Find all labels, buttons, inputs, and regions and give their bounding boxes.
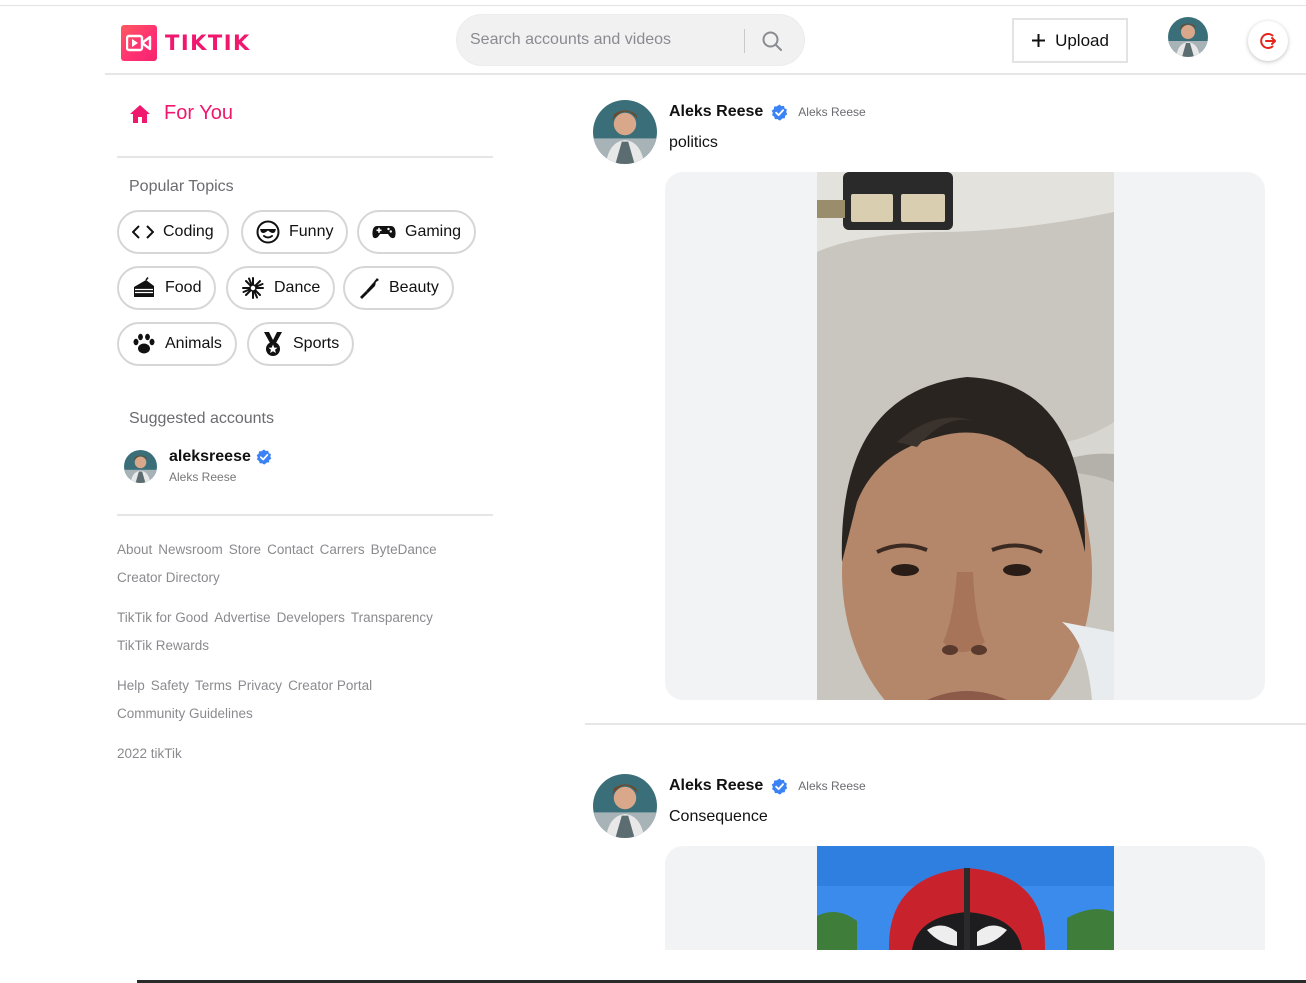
topic-label: Dance (274, 279, 321, 296)
footer-link-advertise[interactable]: Advertise (214, 610, 270, 625)
for-you-label: For You (164, 102, 233, 124)
suggested-account-item[interactable]: aleksreese Aleks Reese (124, 448, 272, 484)
search-icon (762, 31, 782, 51)
dance-icon (242, 277, 264, 299)
post-author-avatar[interactable] (593, 100, 657, 164)
topic-food[interactable]: Food (117, 266, 217, 310)
post-author-handle: Aleks Reese (798, 779, 866, 793)
topic-sports[interactable]: Sports (247, 322, 355, 366)
footer-link-about[interactable]: About (117, 542, 152, 557)
footer-link-tiktik-rewards[interactable]: TikTik Rewards (117, 638, 209, 653)
post-author-name: Aleks Reese (669, 103, 764, 120)
topic-dance[interactable]: Dance (226, 266, 336, 310)
footer-link-tiktik-for-good[interactable]: TikTik for Good (117, 610, 208, 625)
medal-icon (264, 332, 282, 356)
topic-label: Food (165, 279, 202, 296)
topic-animals[interactable]: Animals (117, 322, 237, 366)
footer-link-newsroom[interactable]: Newsroom (158, 542, 223, 557)
verified-badge-icon (772, 104, 788, 120)
verified-badge-icon (256, 449, 272, 465)
footer-link-contact[interactable]: Contact (267, 542, 314, 557)
topic-funny[interactable]: Funny (241, 210, 349, 254)
search-input[interactable] (470, 15, 740, 65)
footer-link-creator-directory[interactable]: Creator Directory (117, 570, 220, 585)
sidebar-divider (117, 514, 493, 516)
topic-label: Coding (163, 223, 214, 240)
post-header: Aleks Reese Aleks Reese politics (593, 100, 866, 164)
copyright: 2022 tikTik (117, 740, 477, 768)
post-author[interactable]: Aleks Reese Aleks Reese (669, 103, 866, 121)
footer-links-group-3: Help Safety Terms Privacy Creator Portal Comm… (117, 672, 477, 728)
search-bar (456, 14, 805, 66)
popular-topics-title: Popular Topics (129, 178, 234, 195)
search-divider (744, 29, 745, 53)
video-player[interactable] (817, 172, 1114, 700)
post-author-name: Aleks Reese (669, 777, 764, 794)
post-caption: Consequence (669, 808, 768, 825)
topic-label: Funny (289, 223, 334, 240)
gamepad-icon (372, 226, 396, 239)
top-navbar: TIKTIK Upload (105, 6, 1306, 75)
video-card (665, 846, 1265, 950)
suggested-username: aleksreese (169, 448, 251, 465)
logout-icon (1260, 33, 1276, 49)
search-button[interactable] (759, 28, 785, 54)
suggested-display-name: Aleks Reese (169, 470, 237, 484)
avatar (124, 450, 157, 483)
video-player[interactable] (817, 846, 1114, 950)
verified-badge-icon (772, 778, 788, 794)
lipstick-icon (360, 278, 379, 299)
plus-icon (1032, 34, 1046, 47)
upload-label: Upload (1055, 30, 1109, 50)
footer-link-creator-portal[interactable]: Creator Portal (288, 678, 372, 693)
upload-button[interactable]: Upload (1012, 18, 1128, 63)
footer-link-terms[interactable]: Terms (195, 678, 232, 693)
topic-label: Sports (293, 335, 340, 352)
post-caption: politics (669, 134, 718, 151)
sunglasses-face-icon (256, 220, 280, 244)
footer-link-careers[interactable]: Carrers (320, 542, 365, 557)
topic-label: Gaming (405, 223, 462, 240)
footer-link-developers[interactable]: Developers (277, 610, 345, 625)
footer-links-group-2: TikTik for Good Advertise Developers Transp… (117, 604, 477, 660)
footer-link-privacy[interactable]: Privacy (238, 678, 282, 693)
copyright-text: 2022 tikTik (117, 746, 182, 761)
topic-label: Beauty (389, 279, 439, 296)
paw-icon (133, 333, 155, 354)
post-author-handle: Aleks Reese (798, 105, 866, 119)
footer-link-help[interactable]: Help (117, 678, 145, 693)
camera-logo-icon (121, 25, 157, 61)
user-avatar[interactable] (1168, 17, 1208, 57)
post-header: Aleks Reese Aleks Reese Consequence (593, 774, 866, 838)
sidebar-divider (117, 156, 493, 158)
cake-icon (134, 277, 154, 297)
footer-link-safety[interactable]: Safety (151, 678, 189, 693)
footer-link-community-guidelines[interactable]: Community Guidelines (117, 706, 253, 721)
footer-link-transparency[interactable]: Transparency (351, 610, 433, 625)
post-author-avatar[interactable] (593, 774, 657, 838)
logout-button[interactable] (1248, 21, 1288, 61)
footer-links-group-1: About Newsroom Store Contact Carrers ByteDanc… (117, 536, 477, 592)
video-card (665, 172, 1265, 700)
sidebar-item-for-you[interactable]: For You (129, 102, 233, 125)
code-icon (132, 225, 154, 239)
footer-link-bytedance[interactable]: ByteDance (371, 542, 437, 557)
brand-name: TIKTIK (165, 31, 251, 55)
brand-logo[interactable]: TIKTIK (121, 25, 251, 61)
footer-link-store[interactable]: Store (229, 542, 261, 557)
topic-coding[interactable]: Coding (117, 210, 229, 254)
topic-label: Animals (165, 335, 222, 352)
topic-beauty[interactable]: Beauty (343, 266, 454, 310)
feed-divider (585, 723, 1306, 725)
home-icon (130, 104, 150, 123)
suggested-accounts-title: Suggested accounts (129, 410, 274, 427)
topic-gaming[interactable]: Gaming (357, 210, 477, 254)
post-author[interactable]: Aleks Reese Aleks Reese (669, 777, 866, 795)
